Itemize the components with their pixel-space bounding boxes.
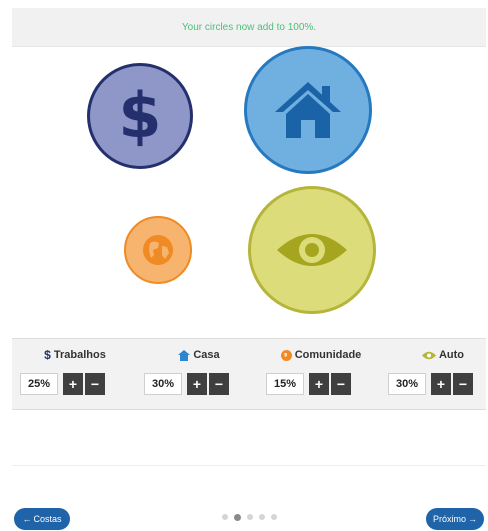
arrow-left-icon: ←	[22, 514, 32, 524]
house-icon	[275, 82, 341, 138]
increase-button[interactable]: +	[63, 373, 83, 395]
page-dot-active[interactable]	[234, 513, 241, 521]
money-circle[interactable]: $	[87, 63, 193, 169]
percent-field[interactable]: 15%	[266, 373, 304, 395]
status-message: Your circles now add to 100%.	[12, 8, 486, 47]
divider	[12, 465, 486, 466]
allocation-panel: Your circles now add to 100%. $ $ Trabal…	[12, 8, 486, 410]
dollar-icon: $	[44, 348, 51, 362]
decrease-button[interactable]: −	[85, 373, 105, 395]
decrease-button[interactable]: −	[331, 373, 351, 395]
back-button[interactable]: ← Costas	[14, 508, 70, 530]
percent-field[interactable]: 30%	[388, 373, 426, 395]
control-casa: Casa 30% + −	[144, 347, 254, 395]
auto-circle[interactable]	[248, 186, 376, 314]
pagination-dots	[222, 513, 277, 521]
arrow-right-icon: →	[468, 514, 477, 524]
dollar-icon: $	[118, 79, 162, 152]
eye-icon	[421, 351, 436, 359]
category-label: Comunidade	[294, 349, 362, 361]
globe-icon	[143, 235, 173, 265]
control-trabalhos: $ Trabalhos 25% + −	[20, 347, 130, 395]
increase-button[interactable]: +	[309, 373, 329, 395]
page-dot[interactable]	[247, 514, 253, 520]
house-icon	[178, 349, 191, 361]
eye-icon	[277, 234, 347, 266]
category-label: Trabalhos	[53, 349, 106, 361]
decrease-button[interactable]: −	[453, 373, 473, 395]
globe-icon	[280, 349, 292, 361]
percent-field[interactable]: 30%	[144, 373, 182, 395]
percent-field[interactable]: 25%	[20, 373, 58, 395]
increase-button[interactable]: +	[187, 373, 207, 395]
allocation-controls: $ Trabalhos 25% + − Casa 30% + − Comunid…	[12, 338, 486, 410]
page-dot[interactable]	[271, 514, 277, 520]
increase-button[interactable]: +	[431, 373, 451, 395]
house-circle[interactable]	[244, 46, 372, 174]
control-comunidade: Comunidade 15% + −	[266, 347, 376, 395]
category-label: Casa	[193, 349, 220, 361]
page-dot[interactable]	[222, 514, 228, 520]
back-button-label: Costas	[33, 514, 62, 524]
community-circle[interactable]	[124, 216, 192, 284]
next-button-label: Próximo	[432, 514, 466, 524]
decrease-button[interactable]: −	[209, 373, 229, 395]
category-label: Auto	[438, 349, 465, 361]
control-auto: Auto 30% + −	[388, 347, 488, 395]
next-button[interactable]: Próximo →	[426, 508, 484, 530]
page-dot[interactable]	[259, 514, 265, 520]
